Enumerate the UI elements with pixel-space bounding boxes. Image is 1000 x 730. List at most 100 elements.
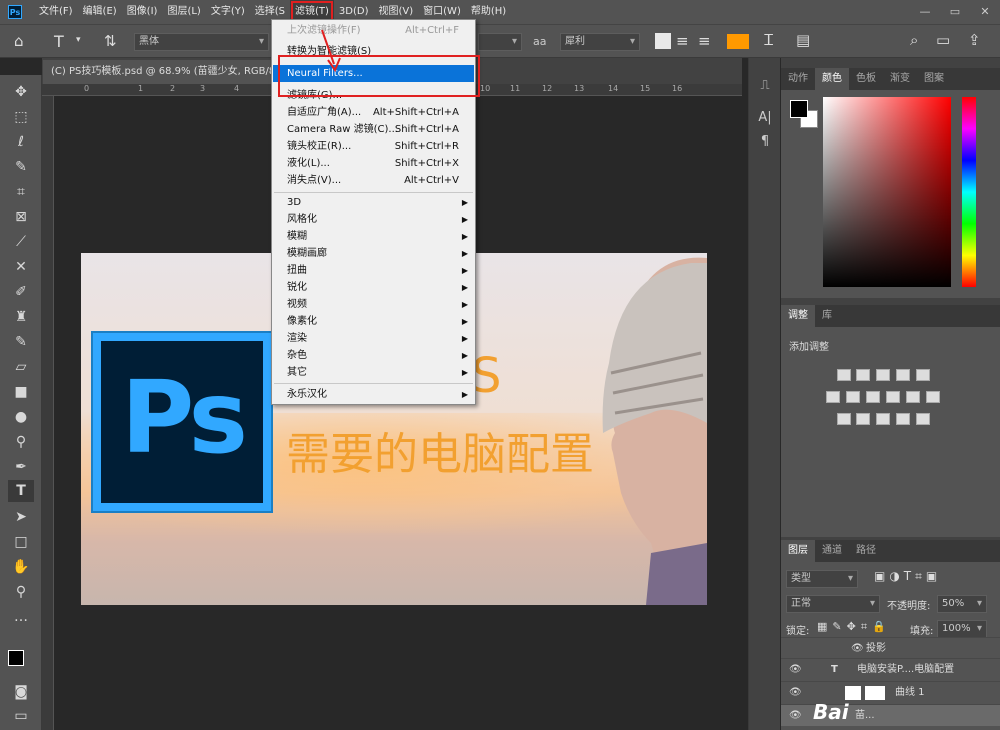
restore-button[interactable]: ▭ (940, 0, 970, 24)
menu-type[interactable]: 文字(Y) (206, 0, 250, 24)
eye-icon[interactable]: 👁 (851, 638, 864, 660)
quick-select-tool-icon[interactable]: ✎ (8, 156, 34, 178)
menu-item-noise[interactable]: 杂色 ▶ (273, 347, 474, 364)
lasso-tool-icon[interactable]: ℓ (8, 131, 34, 153)
chevron-down-icon[interactable]: ▾ (76, 35, 81, 45)
antialias-select[interactable]: 犀利 (560, 33, 640, 51)
more-tools-icon[interactable]: … (8, 606, 34, 628)
tab-adjustments[interactable]: 调整 (781, 305, 815, 327)
brush-tool-icon[interactable]: ✐ (8, 281, 34, 303)
menu-item-video[interactable]: 视频 ▶ (273, 296, 474, 313)
menu-item-yongle-localization[interactable]: 永乐汉化 ▶ (273, 386, 474, 403)
screen-mode-icon[interactable]: ▭ (8, 705, 34, 727)
tab-actions[interactable]: 动作 (781, 68, 815, 90)
lock-icons[interactable]: ▦✎✥⌗🔒 (817, 620, 891, 634)
menu-item-pixelate[interactable]: 像素化 ▶ (273, 313, 474, 330)
menu-item-blur[interactable]: 模糊 ▶ (273, 228, 474, 245)
opacity-field[interactable]: 50% (937, 595, 987, 613)
minimize-button[interactable]: — (910, 0, 940, 24)
gradient-map-icon[interactable] (916, 413, 930, 425)
path-select-icon[interactable]: ➤ (8, 506, 34, 528)
tab-libraries[interactable]: 库 (815, 305, 839, 327)
tab-layers[interactable]: 图层 (781, 540, 815, 562)
menu-item-liquify[interactable]: 液化(L)... Shift+Ctrl+X (273, 155, 474, 172)
paragraph-panel-icon[interactable]: ¶ (755, 134, 775, 154)
menu-edit[interactable]: 编辑(E) (78, 0, 122, 24)
menu-item-stylize[interactable]: 风格化 ▶ (273, 211, 474, 228)
threshold-icon[interactable] (876, 413, 890, 425)
eyedropper-tool-icon[interactable]: ⟋ (8, 231, 34, 253)
close-button[interactable]: ✕ (970, 0, 1000, 24)
align-right-icon[interactable]: ≡ (698, 32, 711, 50)
home-icon[interactable]: ⌂ (14, 32, 24, 50)
menu-item-other[interactable]: 其它 ▶ (273, 364, 474, 381)
hue-saturation-icon[interactable] (826, 391, 840, 403)
eye-icon[interactable]: 👁 (789, 682, 802, 704)
share-icon[interactable]: ⇪ (968, 31, 981, 49)
hue-slider[interactable] (962, 97, 976, 287)
font-size-select[interactable] (478, 33, 522, 51)
layer-row-effect[interactable]: 👁 投影 (781, 637, 1000, 659)
type-tool-preset-icon[interactable]: T (54, 32, 64, 51)
eraser-tool-icon[interactable]: ▱ (8, 356, 34, 378)
align-left-button[interactable] (655, 33, 671, 49)
rectangle-tool-icon[interactable]: □ (8, 531, 34, 553)
color-lookup-icon[interactable] (926, 391, 940, 403)
type-tool-icon[interactable]: T (8, 480, 34, 502)
menu-item-sharpen[interactable]: 锐化 ▶ (273, 279, 474, 296)
character-panel-icon[interactable]: ▤ (796, 31, 810, 49)
crop-tool-icon[interactable]: ⌗ (8, 181, 34, 203)
posterize-icon[interactable] (856, 413, 870, 425)
pen-tool-icon[interactable]: ✒ (8, 456, 34, 478)
color-picker-field[interactable] (823, 97, 951, 287)
menu-item-lens-correction[interactable]: 镜头校正(R)... Shift+Ctrl+R (273, 138, 474, 155)
tab-color[interactable]: 颜色 (815, 68, 849, 90)
tab-gradients[interactable]: 渐变 (883, 68, 917, 90)
levels-icon[interactable] (856, 369, 870, 381)
menu-image[interactable]: 图像(I) (122, 0, 163, 24)
tab-paths[interactable]: 路径 (849, 540, 883, 562)
menu-item-3d[interactable]: 3D ▶ (273, 194, 474, 211)
layer-filter-icons[interactable]: ▣◑T⌗▣ (874, 569, 941, 584)
frame-tool-icon[interactable]: ⊠ (8, 206, 34, 228)
menu-item-distort[interactable]: 扭曲 ▶ (273, 262, 474, 279)
menu-item-last-filter[interactable]: 上次滤镜操作(F) Alt+Ctrl+F (273, 22, 474, 39)
menu-item-blur-gallery[interactable]: 模糊画廊 ▶ (273, 245, 474, 262)
text-color-swatch[interactable] (727, 34, 749, 49)
menu-item-adaptive-wide-angle[interactable]: 自适应广角(A)... Alt+Shift+Ctrl+A (273, 104, 474, 121)
healing-tool-icon[interactable]: ✕ (8, 256, 34, 278)
menu-item-vanishing-point[interactable]: 消失点(V)... Alt+Ctrl+V (273, 172, 474, 189)
channel-mixer-icon[interactable] (906, 391, 920, 403)
blur-tool-icon[interactable]: ● (8, 406, 34, 428)
menu-item-render[interactable]: 渲染 ▶ (273, 330, 474, 347)
layer-row-text[interactable]: 👁 T 电脑安装P....电脑配置 (781, 658, 1000, 680)
document-tab[interactable]: (C) PS技巧模板.psd @ 68.9% (苗疆少女, RGB/8 (43, 60, 273, 84)
invert-icon[interactable] (837, 413, 851, 425)
font-family-select[interactable]: 黑体 (134, 33, 269, 51)
layer-filter-select[interactable]: 类型 (786, 570, 858, 588)
search-icon[interactable]: ⌕ (910, 31, 918, 49)
color-balance-icon[interactable] (846, 391, 860, 403)
exposure-icon[interactable] (896, 369, 910, 381)
blend-mode-select[interactable]: 正常 (786, 595, 880, 613)
brightness-icon[interactable] (837, 369, 851, 381)
align-center-icon[interactable]: ≡ (676, 32, 689, 50)
warp-text-icon[interactable]: Ꮖ (764, 31, 774, 49)
foreground-color-swatch[interactable] (8, 650, 24, 666)
text-orientation-icon[interactable]: ⇅ (104, 32, 117, 50)
eye-icon[interactable]: 👁 (789, 705, 802, 727)
menu-item-camera-raw[interactable]: Camera Raw 滤镜(C)... Shift+Ctrl+A (273, 121, 474, 138)
vibrance-icon[interactable] (916, 369, 930, 381)
hand-tool-icon[interactable]: ✋ (8, 556, 34, 578)
eye-icon[interactable]: 👁 (789, 659, 802, 681)
menu-layer[interactable]: 图层(L) (162, 0, 205, 24)
tab-swatches[interactable]: 色板 (849, 68, 883, 90)
workspace-icon[interactable]: ▭ (936, 31, 950, 49)
selective-color-icon[interactable] (896, 413, 910, 425)
fill-field[interactable]: 100% (937, 620, 987, 638)
stamp-tool-icon[interactable]: ♜ (8, 306, 34, 328)
history-panel-icon[interactable]: ⎍ (755, 78, 775, 98)
marquee-tool-icon[interactable]: ⬚ (8, 106, 34, 128)
curves-icon[interactable] (876, 369, 890, 381)
character-panel-icon[interactable]: A| (755, 110, 775, 130)
